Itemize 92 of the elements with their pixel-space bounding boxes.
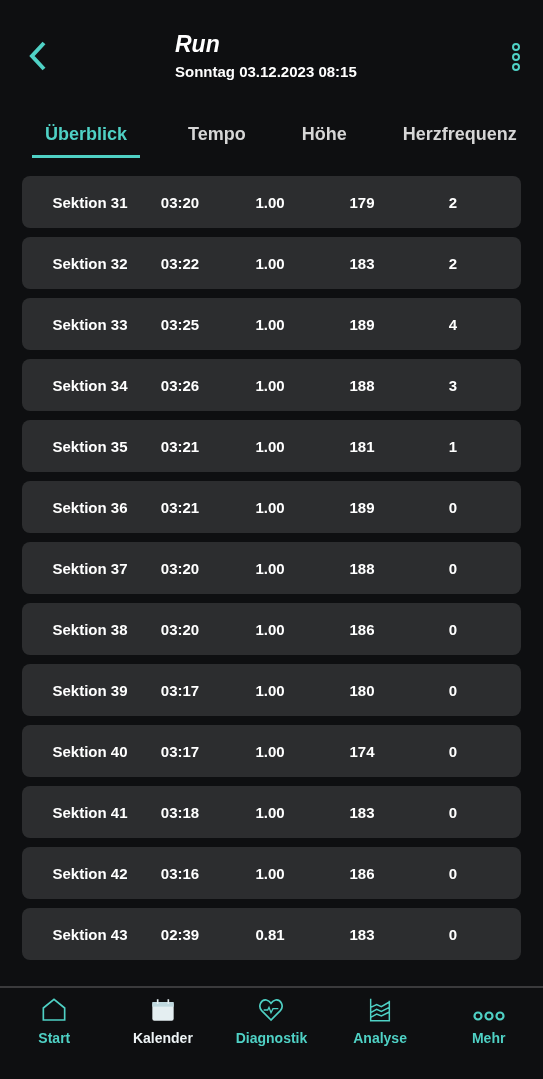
table-cell-text: 03:26: [159, 376, 201, 394]
table-cell-text: 0: [447, 498, 459, 516]
table-cell-text: 0: [447, 620, 459, 638]
table-cell-text: 0: [447, 681, 459, 699]
nav-item[interactable]: Mehr: [434, 998, 543, 1046]
table-cell-text: 189: [348, 498, 376, 516]
nav-item[interactable]: Start: [0, 998, 109, 1046]
table-cell-text: 1.00: [254, 681, 286, 699]
table-cell-text: 03:20: [159, 193, 201, 211]
table-cell-text: 179: [348, 193, 376, 211]
section-row[interactable]: Sektion 35 03:21 1.00 181 1: [22, 420, 521, 472]
table-cell-text: 1.00: [254, 620, 286, 638]
table-cell-text: Sektion 42: [51, 864, 129, 882]
table-cell-text: 1.00: [254, 254, 286, 272]
table-cell-text: 1.00: [254, 437, 286, 455]
table-cell-text: Sektion 38: [51, 620, 129, 638]
table-cell-text: 189: [348, 315, 376, 333]
table-cell-text: 0: [447, 803, 459, 821]
section-row[interactable]: Sektion 42 03:16 1.00 186 0: [22, 847, 521, 899]
table-cell-text: 02:39: [159, 925, 201, 943]
tab[interactable]: Höhe: [299, 108, 349, 158]
table-cell-text: 1.00: [254, 193, 286, 211]
activity-title: Run: [175, 30, 221, 58]
section-row[interactable]: Sektion 33 03:25 1.00 189 4: [22, 298, 521, 350]
section-row[interactable]: Sektion 36 03:21 1.00 189 0: [22, 481, 521, 533]
section-row[interactable]: Sektion 43 02:39 0.81 183 0: [22, 908, 521, 960]
section-row[interactable]: Sektion 40 03:17 1.00 174 0: [22, 725, 521, 777]
section-row[interactable]: Sektion 31 03:20 1.00 179 2: [22, 176, 521, 228]
table-cell-text: Sektion 36: [51, 498, 129, 516]
table-cell-text: 0: [447, 925, 459, 943]
table-cell-text: 1.00: [254, 315, 286, 333]
table-cell-text: 174: [348, 742, 376, 760]
section-row[interactable]: Sektion 39 03:17 1.00 180 0: [22, 664, 521, 716]
tab[interactable]: Überblick: [32, 108, 140, 158]
tab[interactable]: Tempo: [186, 108, 248, 158]
table-cell-text: 1.00: [254, 559, 286, 577]
table-cell-text: Sektion 35: [51, 437, 129, 455]
table-cell-text: 03:20: [159, 620, 201, 638]
table-cell-text: 181: [348, 437, 376, 455]
table-cell-text: 4: [447, 315, 459, 333]
table-cell-text: Sektion 40: [51, 742, 129, 760]
tab[interactable]: Herzfrequenz: [400, 108, 519, 158]
more-icon: [471, 1010, 506, 1022]
table-cell-text: 1.00: [254, 742, 286, 760]
table-cell-text: 2: [447, 254, 459, 272]
section-row[interactable]: Sektion 37 03:20 1.00 188 0: [22, 542, 521, 594]
table-cell-text: 188: [348, 559, 376, 577]
table-cell-text: 1.00: [254, 803, 286, 821]
table-cell-text: 186: [348, 620, 376, 638]
table-cell-text: 183: [348, 925, 376, 943]
nav-item[interactable]: Diagnostik: [217, 998, 326, 1046]
table-cell-text: 0: [447, 864, 459, 882]
table-cell-text: 183: [348, 803, 376, 821]
table-cell-text: 0: [447, 742, 459, 760]
section-row[interactable]: Sektion 38 03:20 1.00 186 0: [22, 603, 521, 655]
table-cell-text: 03:22: [159, 254, 201, 272]
table-cell-text: 188: [348, 376, 376, 394]
table-cell-text: Sektion 33: [51, 315, 129, 333]
section-row[interactable]: Sektion 41 03:18 1.00 183 0: [22, 786, 521, 838]
menu-button[interactable]: [511, 42, 521, 72]
section-row[interactable]: Sektion 34 03:26 1.00 188 3: [22, 359, 521, 411]
table-cell-text: 0.81: [254, 925, 286, 943]
table-cell-text: Sektion 32: [51, 254, 129, 272]
table-cell-text: 186: [348, 864, 376, 882]
table-cell-text: 03:25: [159, 315, 201, 333]
more-vertical-icon: [511, 42, 521, 72]
activity-date: Sonntag 03.12.2023 08:15: [175, 63, 358, 80]
table-cell-text: 183: [348, 254, 376, 272]
section-row[interactable]: Sektion 32 03:22 1.00 183 2: [22, 237, 521, 289]
nav-item[interactable]: Analyse: [325, 998, 435, 1046]
table-cell-text: 03:21: [159, 498, 201, 516]
table-cell-text: Sektion 41: [51, 803, 129, 821]
table-cell-text: 3: [447, 376, 459, 394]
table-cell-text: Sektion 31: [51, 193, 129, 211]
table-cell-text: 2: [447, 193, 459, 211]
table-cell-text: 03:21: [159, 437, 201, 455]
table-cell-text: Sektion 43: [51, 925, 129, 943]
table-cell-text: 1.00: [254, 864, 286, 882]
table-cell-text: 03:17: [159, 742, 201, 760]
table-cell-text: 1.00: [254, 498, 286, 516]
table-cell-text: 0: [447, 559, 459, 577]
table-cell-text: 03:18: [159, 803, 201, 821]
nav-item[interactable]: Kalender: [108, 998, 218, 1046]
table-cell-text: 03:17: [159, 681, 201, 699]
table-cell-text: 03:20: [159, 559, 201, 577]
table-cell-text: Sektion 39: [51, 681, 129, 699]
table-cell-text: Sektion 34: [51, 376, 129, 394]
table-cell-text: 03:16: [159, 864, 201, 882]
table-cell-text: 1: [447, 437, 459, 455]
table-cell-text: Sektion 37: [51, 559, 129, 577]
table-cell-text: 180: [348, 681, 376, 699]
table-cell-text: 1.00: [254, 376, 286, 394]
